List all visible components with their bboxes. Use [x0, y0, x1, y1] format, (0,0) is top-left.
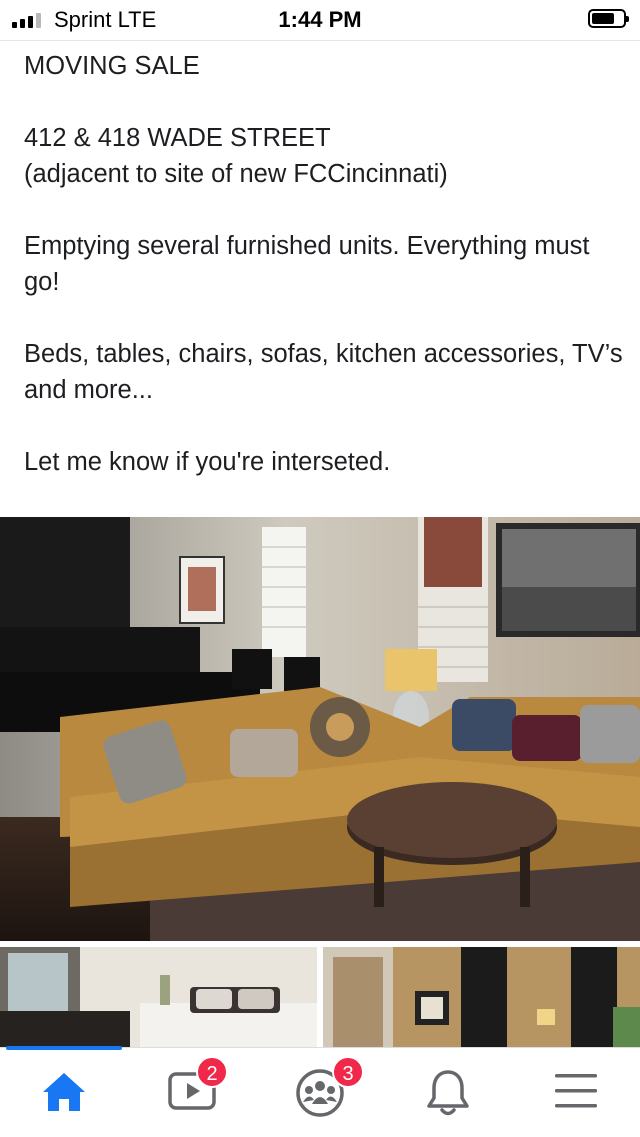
hamburger-menu-icon: [555, 1074, 597, 1108]
bottom-tab-bar: 2 3: [0, 1046, 640, 1137]
post-paragraph-3: Let me know if you're interseted.: [24, 448, 391, 476]
status-time: 1:44 PM: [278, 7, 362, 32]
groups-badge: 3: [332, 1056, 364, 1088]
battery-icon: [588, 9, 629, 28]
post-text: MOVING SALE 412 & 418 WADE STREET (adjac…: [24, 48, 624, 480]
status-bar: Sprint LTE 1:44 PM: [0, 0, 640, 41]
tab-menu[interactable]: [512, 1048, 640, 1137]
tab-home[interactable]: [0, 1048, 128, 1137]
room-windows-photo[interactable]: [323, 947, 640, 1047]
watch-badge: 2: [196, 1056, 228, 1088]
post-address-note: (adjacent to site of new FCCincinnati): [24, 160, 448, 188]
bell-icon: [427, 1070, 469, 1116]
tab-groups[interactable]: 3: [256, 1048, 384, 1137]
post-title: MOVING SALE: [24, 52, 200, 80]
tab-notifications[interactable]: [384, 1048, 512, 1137]
post-paragraph-2: Beds, tables, chairs, sofas, kitchen acc…: [24, 340, 623, 404]
bedroom-photo[interactable]: [0, 947, 317, 1047]
living-room-photo[interactable]: [0, 517, 640, 941]
home-icon: [43, 1073, 85, 1111]
post-paragraph-1: Emptying several furnished units. Everyt…: [24, 232, 590, 296]
post-address: 412 & 418 WADE STREET: [24, 124, 331, 152]
tab-watch[interactable]: 2: [128, 1048, 256, 1137]
